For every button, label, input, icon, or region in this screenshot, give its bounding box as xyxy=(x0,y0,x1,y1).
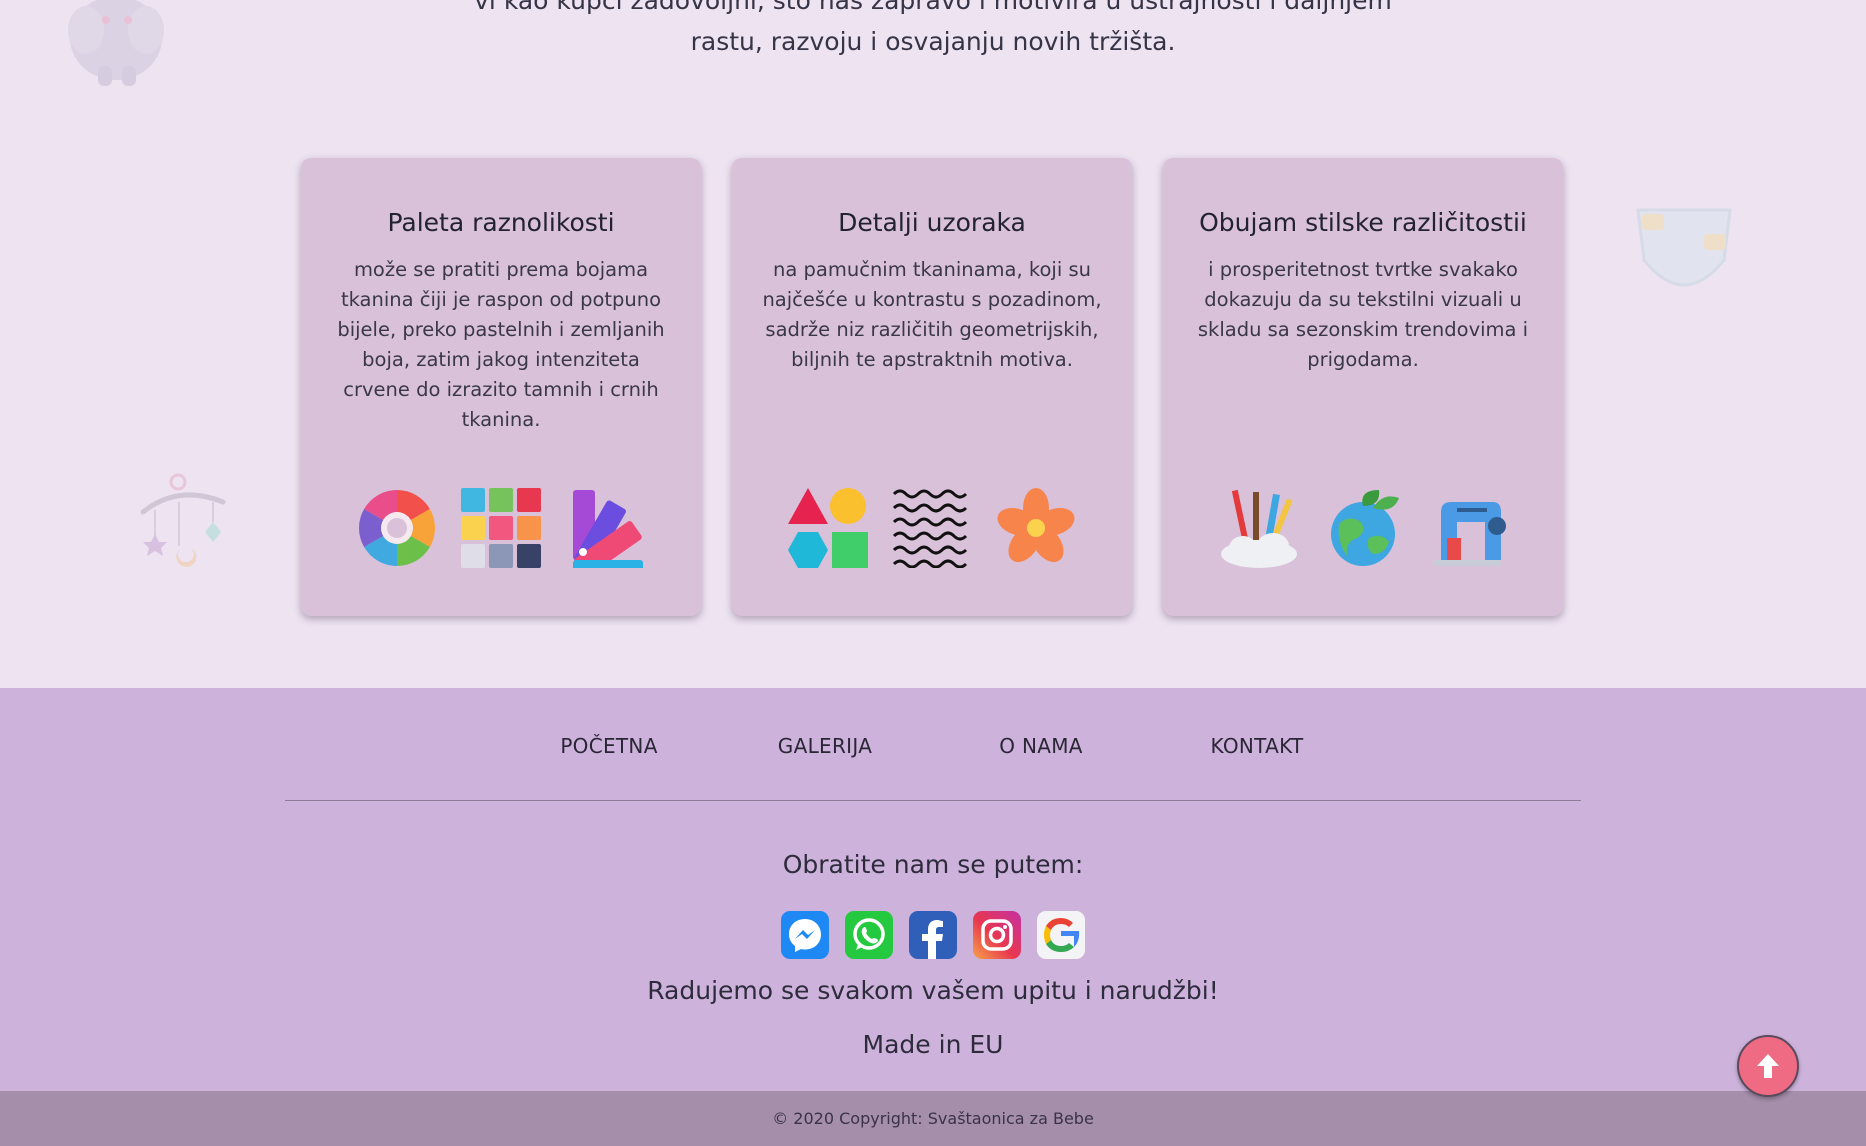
intro-text: vi kao kupci zadovoljni, što nas zapravo… xyxy=(0,0,1866,62)
card-icons xyxy=(732,488,1132,568)
inquiry-message: Radujemo se svakom vašem upitu i narudžb… xyxy=(647,976,1219,1005)
nav-link-about[interactable]: O NAMA xyxy=(999,734,1082,758)
color-wheel-icon xyxy=(359,490,435,566)
made-in-text: Made in EU xyxy=(862,1030,1004,1059)
google-icon[interactable] xyxy=(1037,911,1085,959)
sewing-machine-icon xyxy=(1433,502,1506,566)
feature-card-style: Obujam stilske različitostii i prosperit… xyxy=(1163,158,1563,616)
feature-cards: Paleta raznolikosti može se pratiti prem… xyxy=(301,158,1563,616)
geometric-shapes-icon xyxy=(788,488,868,568)
card-title: Paleta raznolikosti xyxy=(387,208,615,237)
intro-line-2: rastu, razvoju i osvajanju novih tržišta… xyxy=(690,27,1176,56)
instagram-icon[interactable] xyxy=(973,911,1021,959)
card-icons xyxy=(1163,488,1563,568)
copyright-text: © 2020 Copyright: Svaštaonica za Bebe xyxy=(772,1109,1094,1128)
nav-link-home[interactable]: POČETNA xyxy=(560,734,657,758)
card-text: i prosperitetnost tvrtke svakako dokazuj… xyxy=(1197,258,1529,371)
facebook-icon[interactable] xyxy=(909,911,957,959)
intro-line-1: vi kao kupci zadovoljni, što nas zapravo… xyxy=(474,0,1392,15)
copyright-bar: © 2020 Copyright: Svaštaonica za Bebe xyxy=(0,1091,1866,1146)
eco-globe-icon xyxy=(1331,490,1399,566)
art-supplies-icon xyxy=(1221,489,1297,568)
color-fan-icon xyxy=(573,490,643,568)
card-text: može se pratiti prema bojama tkanina čij… xyxy=(337,258,665,431)
scroll-to-top-button[interactable] xyxy=(1737,1035,1799,1097)
card-text: na pamučnim tkaninama, koji su najčešće … xyxy=(762,258,1102,371)
contact-prompt: Obratite nam se putem: xyxy=(782,850,1084,879)
arrow-up-icon xyxy=(1757,1054,1779,1078)
elephant-toy-icon xyxy=(68,0,164,86)
nav-link-gallery[interactable]: GALERIJA xyxy=(778,734,872,758)
site-footer: POČETNA GALERIJA O NAMA KONTAKT Obratite… xyxy=(0,688,1866,1091)
diaper-icon xyxy=(1636,208,1732,287)
feature-card-palette: Paleta raznolikosti može se pratiti prem… xyxy=(301,158,701,616)
whatsapp-icon[interactable] xyxy=(845,911,893,959)
social-links xyxy=(0,911,1866,959)
footer-divider xyxy=(285,800,1581,801)
card-title: Obujam stilske različitostii xyxy=(1199,208,1527,237)
card-icons xyxy=(301,488,701,568)
nav-link-contact[interactable]: KONTAKT xyxy=(1211,734,1304,758)
flower-icon xyxy=(997,488,1075,563)
feature-card-patterns: Detalji uzoraka na pamučnim tkaninama, k… xyxy=(732,158,1132,616)
card-title: Detalji uzoraka xyxy=(838,208,1026,237)
baby-mobile-icon xyxy=(140,473,226,567)
messenger-icon[interactable] xyxy=(781,911,829,959)
color-swatches-icon xyxy=(461,488,541,568)
wavy-lines-icon xyxy=(892,489,968,568)
